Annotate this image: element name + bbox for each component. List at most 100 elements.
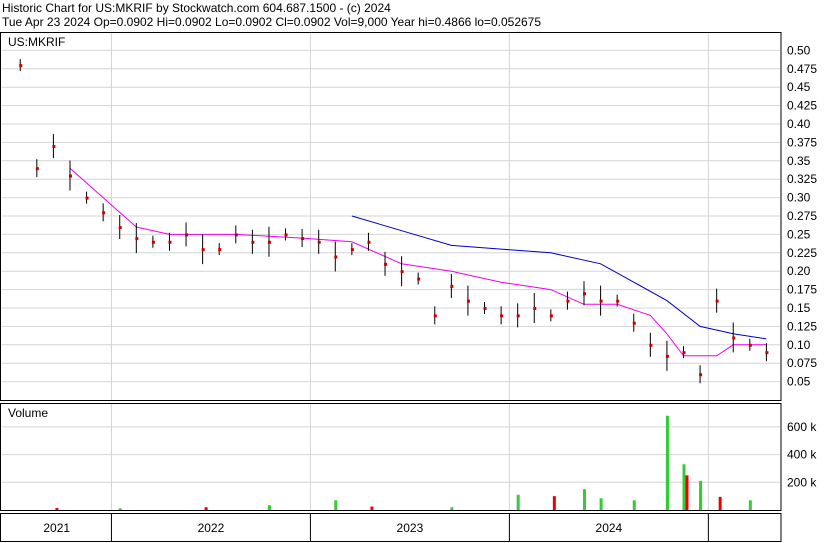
volume-bar <box>599 498 603 510</box>
price-close-point <box>102 211 106 215</box>
chart-frames <box>0 32 782 542</box>
volume-bar <box>685 475 689 510</box>
price-close-point <box>284 233 288 237</box>
price-close-point <box>450 284 454 288</box>
price-close-point <box>185 233 189 237</box>
moving-average-short-line <box>69 167 767 357</box>
price-close-point <box>566 299 570 303</box>
price-tick-label: 0.475 <box>787 62 817 76</box>
price-close-point <box>234 233 238 237</box>
price-close-point <box>433 314 437 318</box>
volume-panel-frame <box>0 403 782 511</box>
price-tick-label: 0.125 <box>787 319 817 333</box>
price-tick-label: 0.425 <box>787 99 817 113</box>
price-close-point <box>715 299 719 303</box>
price-tick-label: 0.375 <box>787 135 817 149</box>
volume-bar <box>204 507 208 510</box>
volume-bar <box>118 508 122 510</box>
price-close-point <box>151 240 155 244</box>
year-axis-label: 2021 <box>43 521 70 535</box>
volume-bar <box>748 500 752 510</box>
price-tick-label: 0.45 <box>787 80 811 94</box>
price-close-point <box>301 237 305 241</box>
price-tick-label: 0.35 <box>787 154 811 168</box>
price-close-point <box>748 343 752 347</box>
stock-chart: 0.50 0.475 0.45 0.425 0.40 0.375 0.35 0.325 0.30… <box>0 32 817 542</box>
price-close-point <box>68 174 72 178</box>
price-close-point <box>334 255 338 259</box>
volume-bar <box>516 494 520 510</box>
volume-bar <box>718 496 722 510</box>
price-close-point <box>599 299 603 303</box>
price-panel-label: US:MKRIF <box>8 35 65 49</box>
year-axis-label: 2023 <box>397 521 424 535</box>
volume-panel-label: Volume <box>8 406 48 420</box>
price-close-point <box>52 145 56 149</box>
price-close-point <box>682 351 686 355</box>
price-close-point <box>632 321 636 325</box>
price-close-point <box>616 299 620 303</box>
price-tick-label: 0.075 <box>787 356 817 370</box>
volume-bar <box>682 464 686 510</box>
price-tick-label: 0.325 <box>787 172 817 186</box>
price-tick-label: 0.25 <box>787 227 811 241</box>
price-close-point <box>665 354 669 358</box>
price-close-point <box>350 248 354 252</box>
price-close-point <box>384 262 388 266</box>
volume-bar <box>632 500 636 510</box>
price-tick-label: 0.40 <box>787 117 811 131</box>
price-tick-label: 0.225 <box>787 246 817 260</box>
price-close-point <box>251 240 255 244</box>
price-close-point <box>267 240 271 244</box>
price-close-point <box>649 343 653 347</box>
price-tick-label: 0.15 <box>787 301 811 315</box>
price-close-point <box>500 314 504 318</box>
price-tick-label: 0.05 <box>787 375 811 389</box>
price-close-point <box>732 336 736 340</box>
price-marks <box>19 59 769 384</box>
price-close-point <box>417 277 421 281</box>
price-close-point <box>367 240 371 244</box>
price-close-point <box>135 237 139 241</box>
price-close-point <box>699 373 703 377</box>
price-close-point <box>516 314 520 318</box>
price-close-point <box>549 314 553 318</box>
price-close-point <box>483 307 487 310</box>
volume-tick-label: 600 k <box>787 420 817 434</box>
price-grid <box>2 32 780 400</box>
volume-bar <box>370 506 374 510</box>
price-tick-label: 0.275 <box>787 209 817 223</box>
price-close-point <box>317 240 321 244</box>
volume-bar <box>583 489 587 510</box>
volume-bar <box>55 507 59 510</box>
volume-tick-label: 200 k <box>787 475 817 489</box>
price-close-point <box>583 292 587 296</box>
volume-marks <box>55 415 752 510</box>
volume-bar <box>699 490 703 510</box>
year-axis-frame <box>0 513 782 542</box>
volume-bar <box>665 457 669 510</box>
volume-grid <box>2 403 780 510</box>
price-close-point <box>168 240 172 244</box>
year-axis-label: 2024 <box>596 521 623 535</box>
price-close-point <box>85 196 89 200</box>
price-close-point <box>466 299 470 303</box>
volume-bar <box>334 500 338 510</box>
year-axis-label: 2022 <box>198 521 225 535</box>
price-tick-label: 0.20 <box>787 264 811 278</box>
volume-tick-label: 400 k <box>787 448 817 462</box>
price-close-point <box>765 351 769 355</box>
price-close-point <box>35 167 39 171</box>
price-close-point <box>400 270 404 274</box>
price-close-point <box>533 307 537 310</box>
price-close-point <box>118 226 122 230</box>
volume-bar <box>552 496 556 510</box>
price-tick-label: 0.30 <box>787 191 811 205</box>
price-close-point <box>218 248 222 252</box>
volume-bar <box>267 505 271 510</box>
price-tick-label: 0.50 <box>787 43 811 57</box>
volume-bar <box>450 507 454 510</box>
price-close-point <box>19 64 23 68</box>
price-tick-label: 0.10 <box>787 338 811 352</box>
price-tick-label: 0.175 <box>787 283 817 297</box>
